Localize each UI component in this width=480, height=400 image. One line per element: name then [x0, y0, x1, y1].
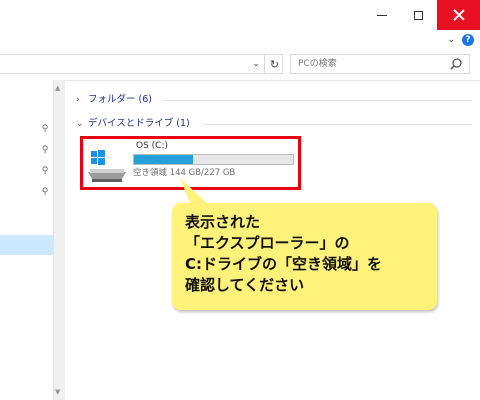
pin-icon[interactable]: ⚲ — [40, 124, 50, 134]
scroll-down-icon[interactable]: ▼ — [55, 388, 60, 396]
nav-scrollbar[interactable] — [53, 80, 65, 400]
pin-icon[interactable]: ⚲ — [40, 187, 50, 197]
refresh-icon: ↻ — [269, 57, 280, 71]
ribbon-bar — [0, 30, 480, 50]
scroll-up-icon[interactable]: ▲ — [55, 84, 60, 92]
group-header-folders[interactable]: フォルダー (6) — [88, 93, 152, 107]
callout-line: 表示された — [185, 213, 261, 231]
callout-text: 表示された 「エクスプローラー」の C:ドライブの「空き領域」を 確認してくださ… — [185, 212, 435, 296]
minimize-icon — [377, 14, 387, 16]
chevron-down-icon[interactable]: ⌄ — [447, 34, 455, 45]
search-icon[interactable] — [449, 57, 463, 71]
help-icon[interactable]: ? — [462, 34, 474, 46]
minimize-button[interactable] — [364, 0, 400, 30]
address-bar[interactable] — [0, 54, 283, 74]
search-placeholder: PCの検索 — [298, 59, 337, 69]
pin-icon[interactable]: ⚲ — [40, 166, 50, 176]
chevron-down-icon: ⌄ — [252, 59, 260, 69]
maximize-icon — [413, 10, 423, 20]
callout-line: 「エクスプローラー」の — [185, 234, 350, 252]
maximize-button[interactable] — [400, 0, 436, 30]
nav-item-this-pc[interactable] — [0, 235, 53, 255]
callout-line: 確認してください — [185, 276, 305, 294]
callout-line: C:ドライブの「空き領域」を — [185, 255, 383, 273]
pin-icon[interactable]: ⚲ — [40, 145, 50, 155]
group-header-devices[interactable]: デバイスとドライブ (1) — [88, 117, 190, 131]
address-dropdown-button[interactable]: ⌄ — [247, 54, 265, 74]
group-divider — [162, 100, 472, 101]
close-icon — [453, 9, 465, 21]
close-button[interactable] — [437, 0, 480, 30]
chevron-right-icon[interactable]: › — [76, 93, 80, 107]
refresh-button[interactable]: ↻ — [264, 54, 284, 74]
help-label: ? — [465, 35, 471, 45]
group-divider — [204, 124, 472, 125]
chevron-down-icon[interactable]: ⌄ — [76, 117, 84, 131]
